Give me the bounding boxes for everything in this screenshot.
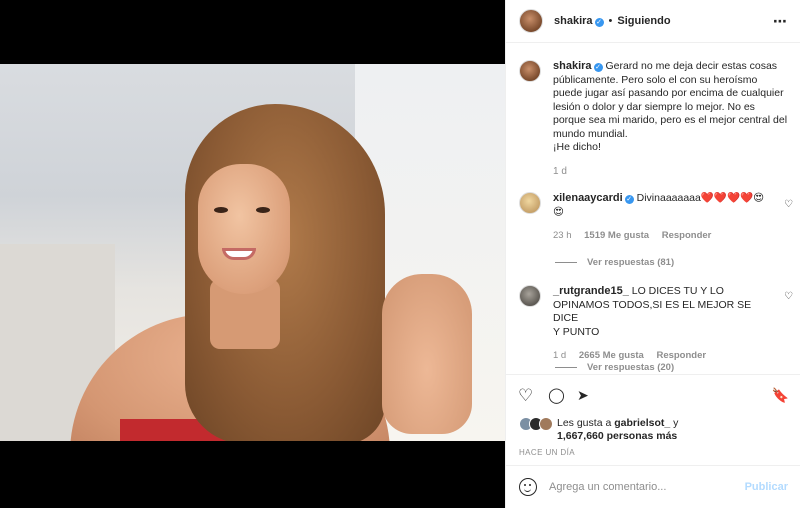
verified-badge-icon: ✓	[594, 18, 604, 27]
view-replies-label: Ver respuestas (20)	[587, 362, 675, 373]
comment-text-cont: 😍	[553, 205, 564, 218]
emoji-smiley-icon[interactable]	[519, 478, 537, 496]
comment-bubble-icon[interactable]: ◯	[548, 387, 565, 404]
media-panel	[0, 0, 505, 508]
comment-body: xilenaaycardi ✓ Divinaaaaaaa❤️❤️❤️❤️😍 😍 2…	[553, 192, 773, 243]
author-avatar[interactable]	[519, 9, 543, 33]
post-caption: shakira ✓ Gerard no me deja decir estas c…	[519, 60, 799, 178]
likes-prefix: Les gusta a	[557, 417, 615, 429]
comment-likes[interactable]: 2665 Me gusta	[579, 350, 644, 361]
comment-like-heart-icon[interactable]: ♡	[784, 199, 793, 210]
comment-text: Divinaaaaaaa❤️❤️❤️❤️😍	[636, 192, 765, 204]
comment-text-cont: OPINAMOS TODOS,SI ES EL MEJOR SE DICE	[553, 298, 752, 325]
add-comment-bar: Agrega un comentario... Publicar	[506, 465, 800, 508]
view-replies-button[interactable]: Ver respuestas (81)	[555, 257, 674, 268]
caption-line: porque sea mi marido, pero es el mejor c…	[553, 114, 788, 126]
comment-likes[interactable]: 1519 Me gusta	[584, 230, 649, 241]
save-bookmark-icon[interactable]: 🔖	[772, 387, 789, 404]
replies-divider	[555, 367, 577, 368]
share-paper-plane-icon[interactable]: ➤	[577, 387, 589, 404]
likes-summary: Les gusta a gabrielsot_ y 1,667,660 pers…	[519, 417, 678, 443]
caption-author-username[interactable]: shakira	[553, 60, 592, 72]
liker-username[interactable]: gabrielsot_	[614, 417, 670, 429]
caption-line: públicamente. Pero solo el con su heroís…	[553, 73, 758, 86]
caption-line: mundo mundial.	[553, 127, 628, 140]
reply-button[interactable]: Responder	[656, 350, 706, 361]
verified-badge-icon: ✓	[593, 63, 603, 72]
post-header: shakira ✓ • Siguiendo ⋯	[506, 0, 800, 43]
liker-avatar	[539, 417, 553, 431]
like-heart-icon[interactable]: ♡	[518, 387, 533, 404]
publish-button[interactable]: Publicar	[745, 481, 788, 493]
comments-section[interactable]: shakira ✓ Gerard no me deja decir estas c…	[506, 44, 800, 374]
likes-count[interactable]: 1,667,660 personas más	[557, 430, 677, 442]
commenter-username[interactable]: _rutgrande15_	[553, 285, 629, 297]
caption-line: lesión o dolor y dar siempre lo mejor. N…	[553, 100, 755, 113]
likes-middle: y	[670, 417, 679, 429]
comment-meta: 23 h 1519 Me gusta Responder	[553, 229, 773, 243]
replies-divider	[555, 262, 577, 263]
comment-like-heart-icon[interactable]: ♡	[784, 291, 793, 302]
post-timestamp[interactable]: HACE UN DÍA	[519, 448, 575, 457]
verified-badge-icon: ✓	[624, 195, 634, 204]
view-replies-label: Ver respuestas (81)	[587, 257, 675, 268]
author-username[interactable]: shakira	[554, 15, 593, 27]
author-info: shakira ✓ • Siguiendo	[554, 15, 671, 27]
post-actions: ♡ ◯ ➤ 🔖 Les gusta a gabrielsot_ y 1,667,…	[506, 374, 800, 464]
commenter-avatar[interactable]	[519, 192, 541, 214]
caption-line: puede jugar así pasando por encima de cu…	[553, 87, 784, 99]
instagram-post-modal: shakira ✓ • Siguiendo ⋯ shakira ✓ Gerard no …	[0, 0, 800, 508]
commenter-username[interactable]: xilenaaycardi	[553, 192, 623, 204]
comment-text-cont: Y PUNTO	[553, 325, 600, 338]
comment-time[interactable]: 23 h	[553, 230, 572, 241]
comment-time[interactable]: 1 d	[553, 350, 566, 361]
caption-text: shakira ✓ Gerard no me deja decir estas c…	[553, 60, 789, 178]
reply-button[interactable]: Responder	[662, 230, 712, 241]
post-sidebar: shakira ✓ • Siguiendo ⋯ shakira ✓ Gerard no …	[505, 0, 800, 508]
view-replies-button[interactable]: Ver respuestas (20)	[555, 362, 674, 373]
separator-dot: •	[608, 15, 613, 27]
liker-avatars	[519, 417, 557, 431]
comment-body: _rutgrande15_ LO DICES TU Y LO OPINAMOS …	[553, 285, 773, 363]
caption-timestamp[interactable]: 1 d	[553, 165, 789, 179]
photo-eye-left	[214, 207, 228, 213]
comment-item: _rutgrande15_ LO DICES TU Y LO OPINAMOS …	[519, 285, 799, 363]
caption-line: ¡He dicho!	[553, 141, 601, 153]
comment-item: xilenaaycardi ✓ Divinaaaaaaa❤️❤️❤️❤️😍 😍 2…	[519, 192, 799, 243]
caption-line: Gerard no me deja decir estas cosas	[605, 60, 778, 72]
photo-eye-right	[256, 207, 270, 213]
caption-author-avatar[interactable]	[519, 60, 541, 82]
photo-waving-hand	[382, 274, 472, 434]
following-button[interactable]: Siguiendo	[617, 15, 670, 27]
comment-input[interactable]: Agrega un comentario...	[549, 481, 745, 493]
photo-face	[198, 164, 290, 294]
more-options-icon[interactable]: ⋯	[773, 13, 788, 30]
post-photo[interactable]	[0, 64, 505, 441]
comment-meta: 1 d 2665 Me gusta Responder	[553, 349, 773, 363]
comment-text: LO DICES TU Y LO	[631, 285, 724, 297]
likes-text: Les gusta a gabrielsot_ y 1,667,660 pers…	[557, 417, 678, 443]
commenter-avatar[interactable]	[519, 285, 541, 307]
